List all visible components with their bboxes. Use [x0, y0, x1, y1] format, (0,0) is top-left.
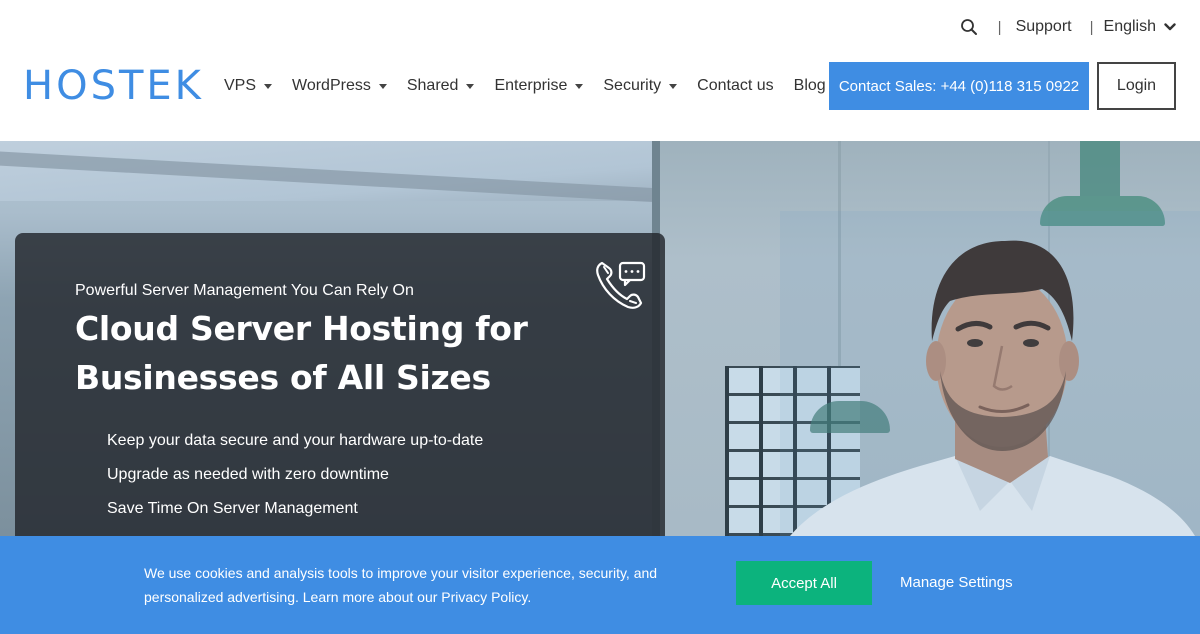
nav-label: Blog	[793, 77, 826, 94]
nav-label: Security	[603, 77, 662, 94]
language-selector[interactable]: English	[1104, 18, 1176, 36]
chevron-down-icon	[1164, 23, 1176, 31]
hero-feature-list: Keep your data secure and your hardware …	[107, 430, 483, 532]
nav-label: VPS	[224, 77, 257, 94]
top-utility-bar: | Support | English	[958, 14, 1176, 40]
feature-item: Upgrade as needed with zero downtime	[107, 466, 389, 483]
hero-tagline: Powerful Server Management You Can Rely …	[75, 282, 414, 299]
feature-item: Save Time On Server Management	[107, 500, 358, 517]
nav-item-shared[interactable]: Shared	[407, 77, 475, 95]
divider: |	[997, 18, 1002, 36]
feature-item: Keep your data secure and your hardware …	[107, 432, 484, 449]
cookie-message: We use cookies and analysis tools to imp…	[144, 565, 658, 605]
nav-item-vps[interactable]: VPS	[224, 77, 273, 95]
nav-label: Enterprise	[494, 77, 568, 94]
nav-item-enterprise[interactable]: Enterprise	[494, 77, 584, 95]
manage-settings-link[interactable]: Manage Settings	[900, 574, 1013, 591]
accept-all-button[interactable]: Accept All	[736, 561, 872, 605]
divider: |	[1089, 18, 1094, 36]
caret-down-icon	[669, 83, 678, 89]
nav-label: WordPress	[292, 77, 371, 94]
caret-down-icon	[378, 83, 387, 89]
nav-item-security[interactable]: Security	[603, 77, 678, 95]
contact-sales-button[interactable]: Contact Sales: +44 (0)118 315 0922	[829, 62, 1089, 110]
site-header: | Support | English HOSTEK VPS WordPress…	[0, 0, 1200, 141]
logo-text: HOSTEK	[23, 63, 204, 109]
hero-headline: Cloud Server Hosting for Businesses of A…	[75, 309, 528, 397]
caret-down-icon	[466, 83, 475, 89]
support-link[interactable]: Support	[1016, 18, 1072, 36]
language-label: English	[1103, 18, 1156, 35]
hero-background-lamp	[1080, 141, 1120, 196]
main-nav: VPS WordPress Shared Enterprise Security…	[224, 72, 826, 100]
logo[interactable]: HOSTEK	[23, 66, 204, 106]
nav-label: Shared	[406, 77, 459, 94]
nav-item-wordpress[interactable]: WordPress	[292, 77, 387, 95]
nav-item-contact-us[interactable]: Contact us	[697, 77, 773, 95]
nav-label: Contact us	[697, 77, 774, 94]
caret-down-icon	[264, 83, 273, 89]
nav-item-blog[interactable]: Blog	[794, 77, 826, 95]
hero-person-image	[780, 211, 1200, 536]
search-icon[interactable]	[958, 16, 980, 38]
caret-down-icon	[575, 83, 584, 89]
login-button[interactable]: Login	[1097, 62, 1176, 110]
phone-chat-icon	[596, 261, 646, 309]
